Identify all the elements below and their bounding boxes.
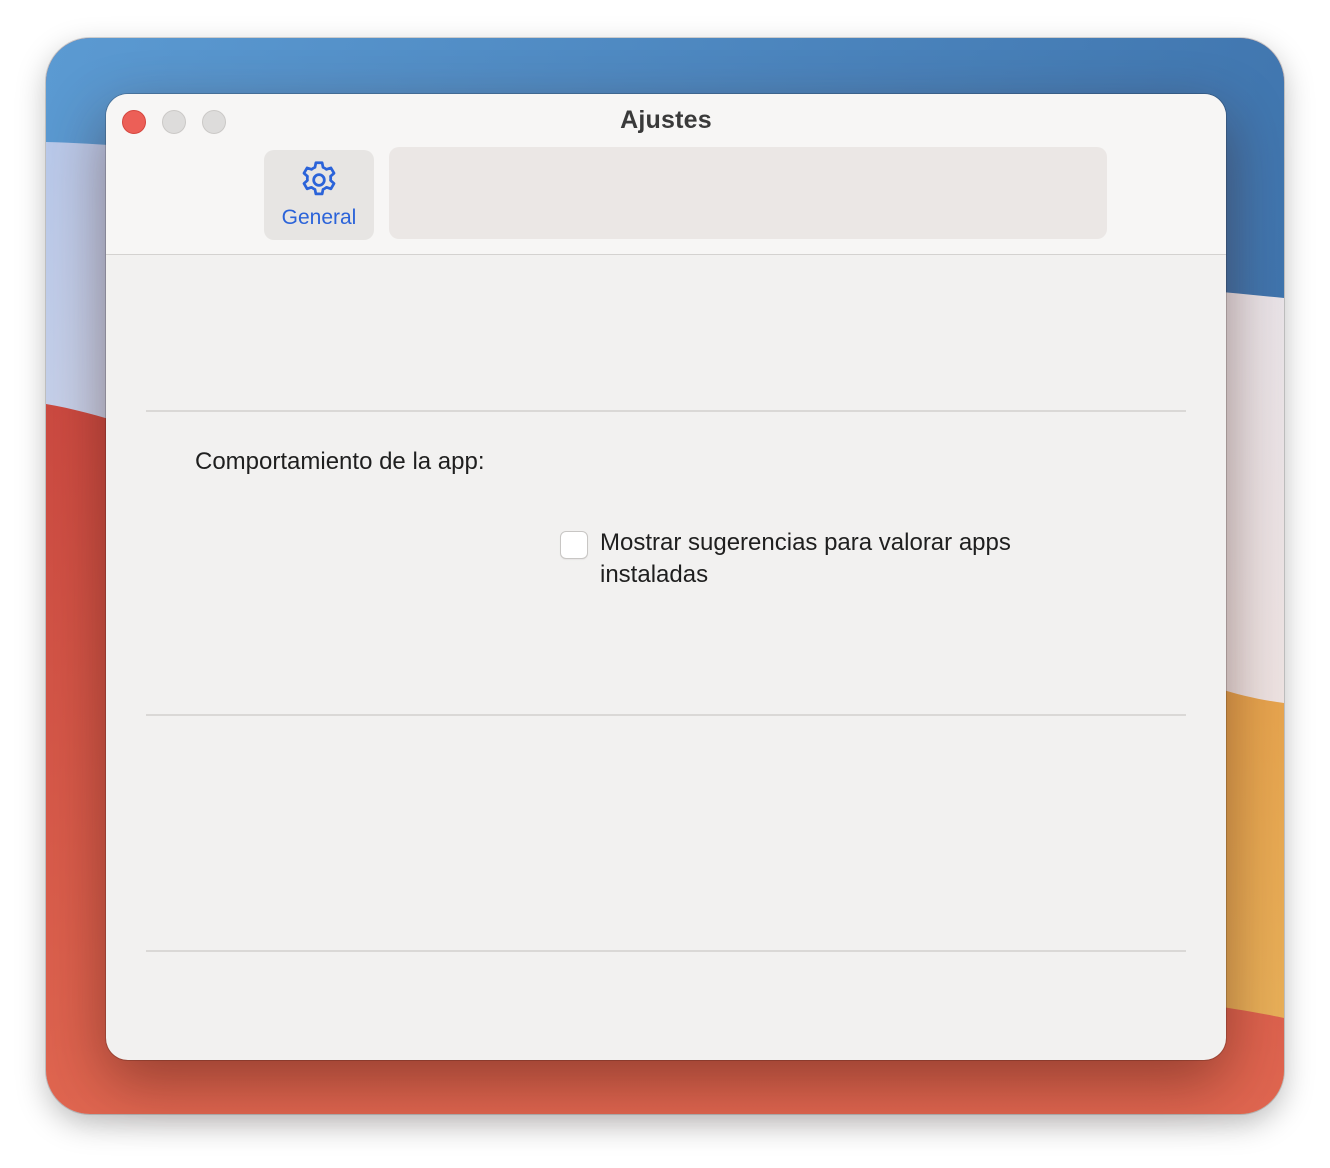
rating-suggestions-label[interactable]: Mostrar sugerencias para valorar apps in…	[600, 527, 1120, 591]
section-label-app-behavior: Comportamiento de la app:	[195, 448, 485, 475]
divider-top	[146, 410, 1186, 412]
toolbar-empty-area	[389, 147, 1107, 239]
gear-icon	[302, 161, 336, 196]
title-bar: Ajustes General	[106, 94, 1226, 255]
window-title: Ajustes	[620, 106, 712, 134]
settings-window: Ajustes General Comportamiento de la app…	[106, 94, 1226, 1060]
rating-suggestions-checkbox[interactable]	[560, 531, 588, 559]
divider-bottom	[146, 950, 1186, 952]
tab-general[interactable]: General	[264, 150, 374, 240]
divider-middle	[146, 714, 1186, 716]
tab-general-label: General	[281, 206, 357, 229]
